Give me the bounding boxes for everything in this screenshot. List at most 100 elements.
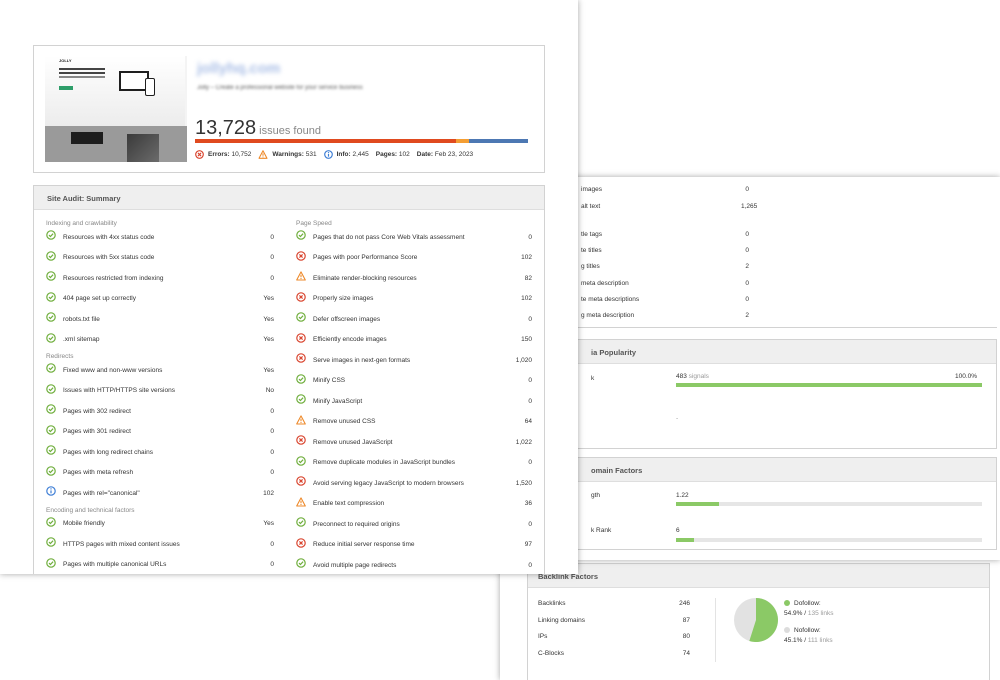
thumbnail-heading	[59, 68, 105, 70]
audit-row[interactable]: Pages that do not pass Core Web Vitals a…	[296, 230, 532, 243]
audit-row[interactable]: Resources with 5xx status code 0	[46, 250, 274, 264]
check-circle-icon	[46, 230, 56, 240]
audit-row-value: Yes	[263, 336, 274, 343]
audit-row[interactable]: Pages with meta refresh 0	[46, 465, 274, 479]
check-circle-icon	[46, 312, 56, 322]
warning-triangle-icon	[296, 496, 306, 507]
audit-row[interactable]: Avoid multiple page redirects 0	[296, 558, 532, 571]
backlink-row: Backlinks 246	[538, 600, 690, 607]
audit-row[interactable]: Preconnect to required origins 0	[296, 517, 532, 530]
audit-row[interactable]: Pages with poor Performance Score 102	[296, 250, 532, 264]
info-label: Info:	[336, 151, 351, 158]
audit-row-label: Resources restricted from indexing	[63, 274, 164, 282]
audit-row-value: 0	[528, 520, 532, 528]
meta-row-value: 2	[745, 312, 749, 319]
audit-row[interactable]: Pages with multiple canonical URLs 0	[46, 557, 274, 571]
meta-row-label: tle tags	[581, 231, 602, 238]
meta-row-label: alt text	[581, 203, 601, 210]
signals-count: 483 signals	[676, 373, 709, 380]
site-domain[interactable]: jollyhq.com	[197, 60, 280, 77]
audit-row-value: 82	[524, 274, 532, 282]
meta-row-value: 0	[745, 280, 749, 287]
audit-row-label: Defer offscreen images	[313, 315, 381, 323]
check-circle-icon	[46, 424, 56, 435]
audit-row-label: Eliminate render-blocking resources	[313, 274, 417, 282]
legend-dofollow: Dofollow: 54.9% / 135 links	[784, 599, 834, 619]
check-circle-icon	[46, 557, 56, 568]
backlink-row-value: 246	[679, 600, 690, 607]
audit-row-label: .xml sitemap	[63, 336, 100, 343]
check-circle-icon	[296, 394, 306, 404]
info-value: 2,445	[352, 151, 369, 158]
error-circle-icon	[296, 537, 306, 548]
audit-row-value: 36	[524, 500, 532, 507]
audit-row-label: Mobile friendly	[63, 520, 105, 527]
audit-row[interactable]: Reduce initial server response time 97	[296, 537, 532, 551]
audit-row[interactable]: Mobile friendly Yes	[46, 516, 274, 530]
audit-row-label: Fixed www and non-www versions	[63, 366, 163, 374]
audit-row[interactable]: Properly size images 102	[296, 291, 532, 305]
dofollow-label: Dofollow:	[794, 600, 821, 607]
check-circle-icon	[296, 230, 306, 240]
error-circle-icon	[296, 435, 306, 445]
audit-row-value: 1,022	[515, 438, 532, 446]
thumbnail-section	[45, 126, 187, 162]
backlink-row-label: Backlinks	[538, 600, 566, 607]
error-icon	[195, 150, 204, 159]
issues-bar	[195, 139, 528, 143]
issues-stats: Errors: 10,752 Warnings: 531 Info: 2,445…	[195, 150, 473, 159]
check-circle-icon	[296, 558, 306, 568]
audit-row-label: Enable text compression	[313, 500, 385, 507]
check-circle-icon	[46, 363, 56, 373]
audit-row-label: Resources with 4xx status code	[63, 233, 155, 241]
section-title: Page Speed	[296, 220, 332, 227]
domain-age-progress-fill	[676, 502, 719, 506]
audit-row[interactable]: Avoid serving legacy JavaScript to moder…	[296, 476, 532, 489]
site-tagline: Jolly – Create a professional website fo…	[197, 85, 363, 91]
thumbnail-button	[59, 86, 73, 90]
thumbnail-photo	[127, 134, 159, 162]
audit-row[interactable]: Efficiently encode images 150	[296, 332, 532, 346]
audit-row[interactable]: Resources restricted from indexing 0	[46, 271, 274, 284]
audit-row[interactable]: Defer offscreen images 0	[296, 312, 532, 325]
audit-row[interactable]: Remove unused CSS 64	[296, 414, 532, 428]
audit-row[interactable]: Serve images in next-gen formats 1,020	[296, 353, 532, 366]
audit-row[interactable]: Issues with HTTP/HTTPS site versions No	[46, 383, 274, 397]
social-row-label: k	[591, 375, 595, 382]
check-circle-icon	[46, 537, 56, 547]
audit-row[interactable]: HTTPS pages with mixed content issues 0	[46, 537, 274, 550]
pages-value: 102	[398, 151, 410, 158]
audit-row[interactable]: .xml sitemap Yes	[46, 332, 274, 346]
signals-unit: signals	[688, 373, 709, 380]
audit-row[interactable]: Pages with rel="canonical" 102	[46, 486, 274, 499]
audit-row[interactable]: Eliminate render-blocking resources 82	[296, 271, 532, 284]
audit-row-value: Yes	[263, 366, 274, 374]
audit-row-label: Pages with long redirect chains	[63, 448, 153, 456]
audit-row[interactable]: robots.txt file Yes	[46, 312, 274, 325]
dofollow-pct: 54.9%	[784, 610, 803, 617]
empty-dash: -	[676, 415, 679, 422]
issues-bar-errors	[195, 139, 457, 143]
backlink-row: Linking domains 87	[538, 617, 690, 624]
nofollow-label: Nofollow:	[794, 627, 821, 634]
audit-row[interactable]: Pages with long redirect chains 0	[46, 445, 274, 458]
section-title: Redirects	[46, 353, 74, 360]
domain-factors-title: omain Factors	[530, 458, 996, 482]
audit-row[interactable]: Resources with 4xx status code 0	[46, 230, 274, 243]
audit-row[interactable]: Remove unused JavaScript 1,022	[296, 435, 532, 448]
audit-row[interactable]: Remove duplicate modules in JavaScript b…	[296, 455, 532, 469]
audit-row[interactable]: Pages with 301 redirect 0	[46, 424, 274, 438]
audit-row[interactable]: Fixed www and non-www versions Yes	[46, 363, 274, 376]
audit-row[interactable]: Minify JavaScript 0	[296, 394, 532, 407]
nofollow-links: 111 links	[807, 637, 833, 644]
audit-row[interactable]: 404 page set up correctly Yes	[46, 291, 274, 305]
audit-row[interactable]: Minify CSS 0	[296, 373, 532, 387]
audit-row[interactable]: Pages with 302 redirect 0	[46, 404, 274, 417]
rank-value: 6	[676, 527, 680, 534]
check-circle-icon	[296, 455, 306, 466]
audit-row-label: 404 page set up correctly	[63, 295, 136, 302]
backlink-row-value: 74	[682, 650, 690, 657]
audit-row-label: Issues with HTTP/HTTPS site versions	[63, 387, 175, 394]
audit-row[interactable]: Enable text compression 36	[296, 496, 532, 510]
site-audit-sheet: JOLLY jollyhq.com Jolly – Create a profe…	[0, 0, 578, 574]
